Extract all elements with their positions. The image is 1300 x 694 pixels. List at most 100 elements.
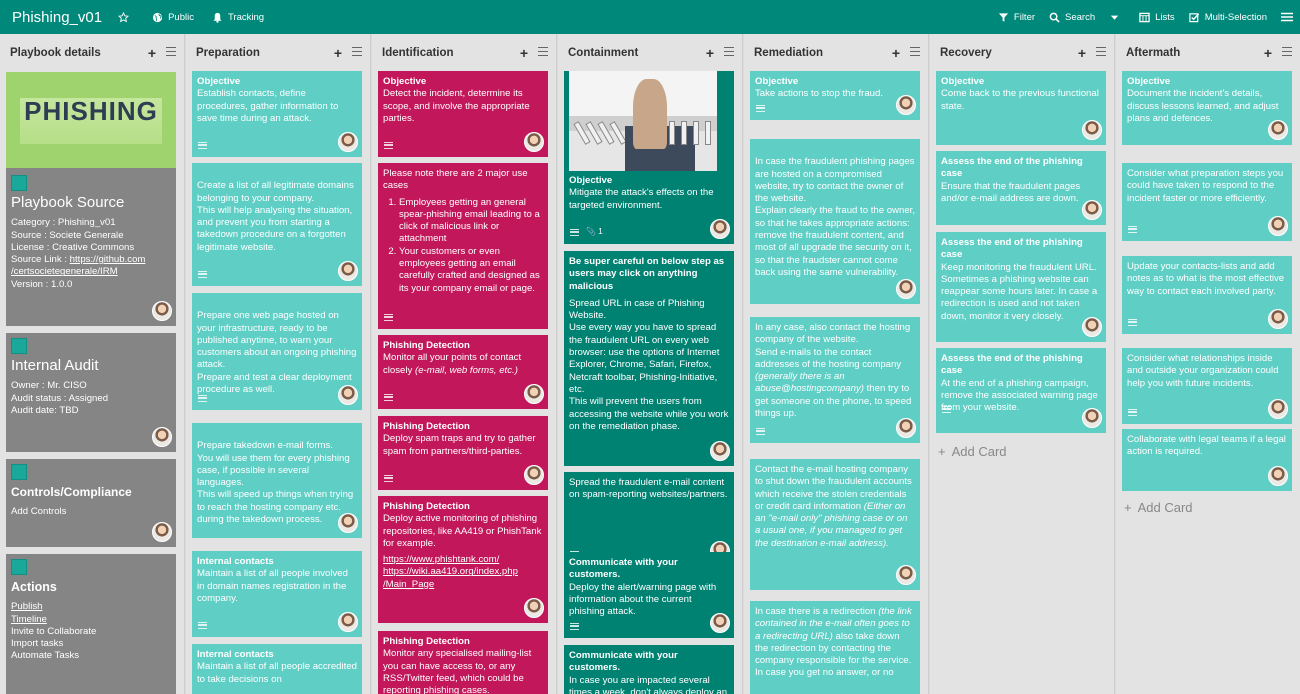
card[interactable]: In case there is a redirection (the link… (750, 601, 920, 694)
list-header[interactable]: Preparation + (186, 34, 370, 71)
plus-icon[interactable]: + (520, 45, 528, 61)
plus-icon[interactable]: + (706, 45, 714, 61)
import-link[interactable]: Import tasks (11, 638, 171, 650)
menu-icon[interactable] (1282, 47, 1292, 56)
avatar[interactable] (710, 441, 730, 461)
card[interactable]: Update your contacts-lists and add notes… (1122, 256, 1292, 334)
card[interactable]: Be super careful on below step as users … (564, 251, 734, 466)
avatar[interactable] (152, 522, 172, 542)
avatar[interactable] (338, 513, 358, 533)
add-controls-link[interactable]: Add Controls (11, 506, 171, 518)
aa419-link[interactable]: https://wiki.aa419.org/index.php (383, 566, 543, 578)
card[interactable]: Objective Mitigate the attack's effects … (564, 71, 734, 244)
card[interactable]: Communicate with your customers. In case… (564, 645, 734, 694)
avatar[interactable] (338, 261, 358, 281)
card[interactable]: Phishing Detection Deploy spam traps and… (378, 416, 548, 490)
menu-icon[interactable] (352, 47, 362, 56)
card[interactable]: Objective Document the incident's detail… (1122, 71, 1292, 145)
search-button[interactable]: Search (1049, 12, 1095, 23)
plus-icon[interactable]: + (1264, 45, 1272, 61)
card[interactable]: Communicate with your customers. Deploy … (564, 552, 734, 638)
plus-icon[interactable]: + (892, 45, 900, 61)
avatar[interactable] (1268, 466, 1288, 486)
card[interactable]: Phishing Detection Monitor all your poin… (378, 335, 548, 409)
multi-selection-button[interactable]: Multi-Selection (1189, 12, 1267, 23)
list-header[interactable]: Containment + (558, 34, 742, 71)
list-header[interactable]: Identification + (372, 34, 556, 71)
plus-icon[interactable]: + (1078, 45, 1086, 61)
avatar[interactable] (1268, 120, 1288, 140)
card[interactable]: Assess the end of the phishing case Ensu… (936, 151, 1106, 225)
lists-view-button[interactable]: Lists (1139, 12, 1175, 23)
avatar[interactable] (1082, 408, 1102, 428)
avatar[interactable] (896, 279, 916, 299)
card[interactable]: Phishing Detection Deploy active monitor… (378, 496, 548, 623)
automate-link[interactable]: Automate Tasks (11, 650, 171, 662)
plus-icon[interactable]: + (148, 45, 156, 61)
menu-icon[interactable] (538, 47, 548, 56)
board-title[interactable]: Phishing_v01 (12, 9, 102, 26)
avatar[interactable] (896, 95, 916, 115)
card[interactable]: Internal contacts Maintain a list of all… (192, 644, 362, 694)
card[interactable]: In any case, also contact the hosting co… (750, 317, 920, 443)
avatar[interactable] (1268, 216, 1288, 236)
avatar[interactable] (152, 427, 172, 447)
avatar[interactable] (1082, 200, 1102, 220)
card[interactable]: Objective Establish contacts, define pro… (192, 71, 362, 157)
sidebar-toggle[interactable] (1281, 11, 1298, 23)
card[interactable]: Internal contacts Maintain a list of all… (192, 551, 362, 637)
publish-link[interactable]: Publish (11, 601, 171, 613)
menu-icon[interactable] (166, 47, 176, 56)
avatar[interactable] (338, 385, 358, 405)
card[interactable]: Objective Detect the incident, determine… (378, 71, 548, 157)
list-header[interactable]: Playbook details + (0, 34, 184, 71)
view-switcher[interactable] (1109, 12, 1125, 23)
visibility-button[interactable]: Public (152, 12, 194, 23)
actions-card[interactable]: Actions Publish Timeline Invite to Colla… (6, 554, 176, 694)
card[interactable]: Prepare takedown e-mail forms. You will … (192, 423, 362, 538)
controls-card[interactable]: Controls/Compliance Add Controls (6, 459, 176, 547)
card[interactable]: Create a list of all legitimate domains … (192, 163, 362, 286)
aa419-link-cont[interactable]: /Main_Page (383, 579, 543, 591)
list-header[interactable]: Aftermath + (1116, 34, 1300, 71)
avatar[interactable] (1268, 309, 1288, 329)
avatar[interactable] (1082, 317, 1102, 337)
playbook-source-card[interactable]: PHISHING Playbook Source Category : Phis… (6, 72, 176, 326)
card[interactable]: Prepare one web page hosted on your infr… (192, 293, 362, 410)
card[interactable]: Phishing Detection Monitor any specialis… (378, 631, 548, 694)
avatar[interactable] (896, 565, 916, 585)
menu-icon[interactable] (1096, 47, 1106, 56)
source-link[interactable]: https://github.com (70, 254, 146, 265)
source-link-cont[interactable]: /certsocietegenerale/IRM (11, 266, 118, 277)
card[interactable]: Please note there are 2 major use cases … (378, 163, 548, 329)
add-card-button[interactable]: + Add Card (1124, 500, 1199, 515)
add-card-button[interactable]: + Add Card (938, 444, 1013, 459)
card[interactable]: Contact the e-mail hosting company to sh… (750, 459, 920, 590)
tracking-button[interactable]: Tracking (212, 12, 264, 23)
avatar[interactable] (524, 465, 544, 485)
avatar[interactable] (896, 418, 916, 438)
timeline-link[interactable]: Timeline (11, 614, 171, 626)
phishtank-link[interactable]: https://www.phishtank.com/ (383, 554, 543, 566)
card[interactable]: Assess the end of the phishing case Keep… (936, 232, 1106, 342)
avatar[interactable] (338, 612, 358, 632)
avatar[interactable] (1268, 399, 1288, 419)
avatar[interactable] (524, 598, 544, 618)
card[interactable]: Objective Come back to the previous func… (936, 71, 1106, 145)
card[interactable]: Consider what preparation steps you coul… (1122, 163, 1292, 241)
card[interactable]: In case the fraudulent phishing pages ar… (750, 139, 920, 304)
list-header[interactable]: Recovery + (930, 34, 1114, 71)
avatar[interactable] (524, 384, 544, 404)
internal-audit-card[interactable]: Internal Audit Owner : Mr. CISO Audit st… (6, 333, 176, 452)
card[interactable]: Consider what relationships inside and o… (1122, 348, 1292, 424)
avatar[interactable] (1082, 120, 1102, 140)
avatar[interactable] (710, 613, 730, 633)
list-header[interactable]: Remediation + (744, 34, 928, 71)
card[interactable]: Objective Take actions to stop the fraud… (750, 71, 920, 120)
invite-link[interactable]: Invite to Collaborate (11, 626, 171, 638)
card[interactable]: Assess the end of the phishing case At t… (936, 348, 1106, 433)
avatar[interactable] (338, 132, 358, 152)
avatar[interactable] (524, 132, 544, 152)
filter-button[interactable]: Filter (998, 12, 1035, 23)
avatar[interactable] (710, 219, 730, 239)
